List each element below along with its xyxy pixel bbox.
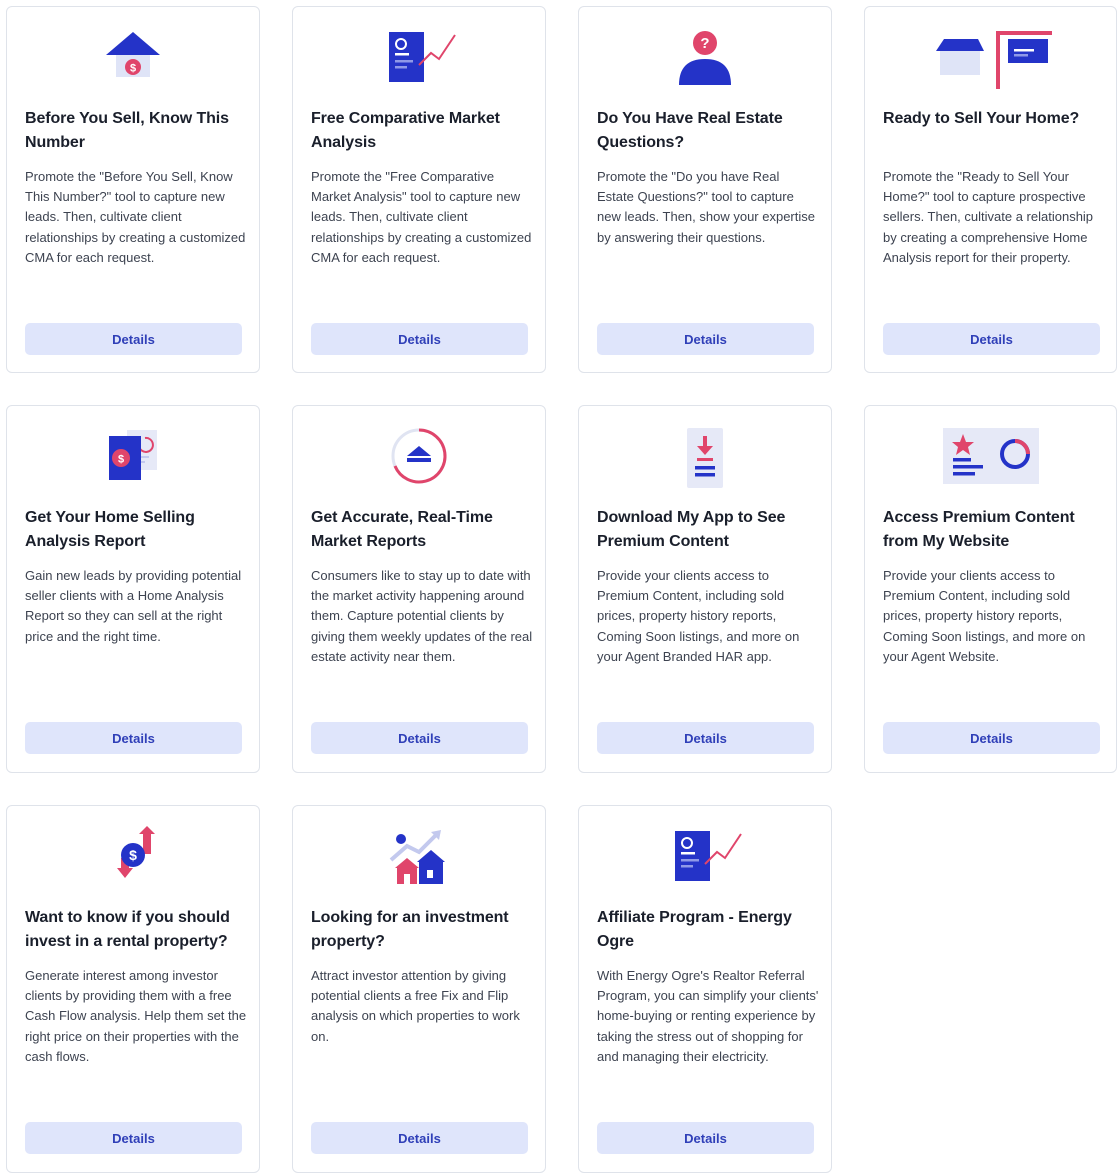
- card-before-you-sell: $ Before You Sell, Know This Number Prom…: [6, 6, 260, 373]
- svg-text:$: $: [118, 454, 124, 466]
- details-button[interactable]: Details: [597, 722, 814, 754]
- house-dollar-icon: $: [7, 27, 259, 93]
- card-description: Promote the "Ready to Sell Your Home?" t…: [883, 169, 1094, 265]
- card-ready-to-sell: Ready to Sell Your Home? Promote the "Re…: [864, 6, 1117, 373]
- card-home-selling-analysis: $ Get Your Home Selling Analysis Report …: [6, 405, 260, 773]
- svg-text:?: ?: [700, 35, 709, 52]
- details-button[interactable]: Details: [311, 323, 528, 355]
- card-investment-property: Looking for an investment property? Attr…: [292, 805, 546, 1173]
- card-title: Get Accurate, Real-Time Market Reports: [311, 509, 493, 550]
- card-rental-investment: $ Want to know if you should invest in a…: [6, 805, 260, 1173]
- card-description: Generate interest among investor clients…: [25, 968, 247, 1064]
- details-button[interactable]: Details: [883, 323, 1100, 355]
- card-description: With Energy Ogre's Realtor Referral Prog…: [597, 968, 819, 1064]
- details-button[interactable]: Details: [25, 1122, 242, 1154]
- investment-houses-icon: [293, 826, 545, 892]
- details-button[interactable]: Details: [311, 722, 528, 754]
- details-button[interactable]: Details: [311, 1122, 528, 1154]
- card-market-reports: Get Accurate, Real-Time Market Reports C…: [292, 405, 546, 773]
- card-description: Promote the "Before You Sell, Know This …: [25, 169, 246, 265]
- card-title: Do You Have Real Estate Questions?: [597, 110, 783, 151]
- card-description: Provide your clients access to Premium C…: [883, 568, 1086, 664]
- report-chart-icon: [579, 826, 831, 892]
- phone-download-icon: [579, 426, 831, 492]
- card-description: Attract investor attention by giving pot…: [311, 968, 520, 1044]
- card-description: Provide your clients access to Premium C…: [597, 568, 800, 664]
- details-button[interactable]: Details: [597, 323, 814, 355]
- card-title: Looking for an investment property?: [311, 909, 509, 950]
- card-title: Free Comparative Market Analysis: [311, 110, 500, 151]
- card-description: Promote the "Do you have Real Estate Que…: [597, 169, 815, 245]
- report-chart-icon: [293, 27, 545, 93]
- card-title: Want to know if you should invest in a r…: [25, 909, 230, 950]
- svg-text:$: $: [130, 63, 136, 75]
- card-title: Get Your Home Selling Analysis Report: [25, 509, 195, 550]
- details-button[interactable]: Details: [25, 722, 242, 754]
- card-affiliate-energy-ogre: Affiliate Program - Energy Ogre With Ene…: [578, 805, 832, 1173]
- card-title: Download My App to See Premium Content: [597, 509, 786, 550]
- card-premium-content: Access Premium Content from My Website P…: [864, 405, 1117, 773]
- analysis-report-icon: $: [7, 426, 259, 492]
- card-title: Ready to Sell Your Home?: [883, 110, 1080, 127]
- card-description: Promote the "Free Comparative Market Ana…: [311, 169, 532, 265]
- market-gauge-icon: [293, 426, 545, 492]
- card-download-app: Download My App to See Premium Content P…: [578, 405, 832, 773]
- svg-text:$: $: [129, 847, 137, 863]
- house-for-sale-sign-icon: [865, 27, 1116, 93]
- card-title: Access Premium Content from My Website: [883, 509, 1075, 550]
- details-button[interactable]: Details: [883, 722, 1100, 754]
- person-question-icon: ?: [579, 27, 831, 93]
- card-description: Gain new leads by providing potential se…: [25, 568, 242, 644]
- card-real-estate-questions: ? Do You Have Real Estate Questions? Pro…: [578, 6, 832, 373]
- details-button[interactable]: Details: [25, 323, 242, 355]
- cash-flow-icon: $: [7, 826, 259, 892]
- card-description: Consumers like to stay up to date with t…: [311, 568, 533, 664]
- details-button[interactable]: Details: [597, 1122, 814, 1154]
- card-title: Before You Sell, Know This Number: [25, 110, 229, 151]
- card-title: Affiliate Program - Energy Ogre: [597, 909, 792, 950]
- premium-content-icon: [865, 426, 1116, 492]
- card-free-cma: Free Comparative Market Analysis Promote…: [292, 6, 546, 373]
